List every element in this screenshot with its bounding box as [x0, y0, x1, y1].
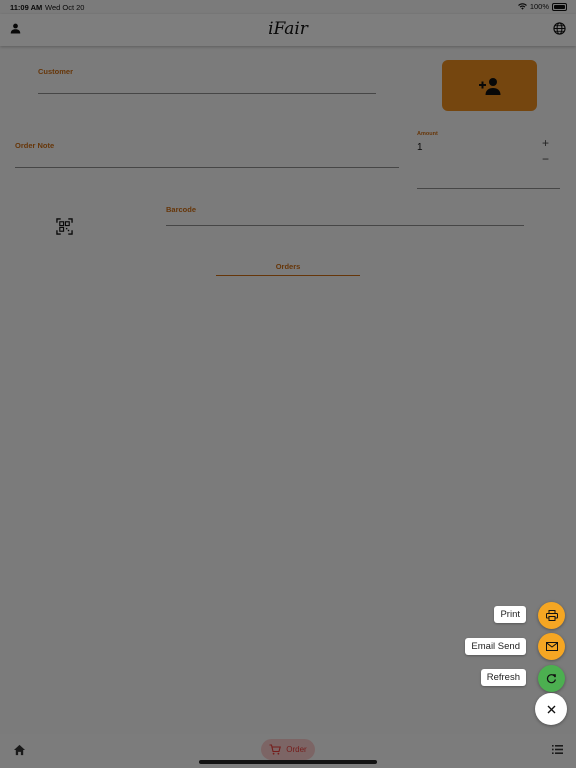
- mail-icon: [545, 642, 558, 651]
- close-speed-dial-button[interactable]: [535, 693, 567, 725]
- print-label[interactable]: Print: [494, 606, 526, 623]
- print-button[interactable]: [538, 602, 565, 629]
- refresh-button[interactable]: [538, 665, 565, 692]
- close-icon: [547, 705, 555, 713]
- refresh-icon: [546, 674, 556, 684]
- home-indicator: [199, 760, 377, 764]
- email-send-button[interactable]: [538, 633, 565, 660]
- email-send-label[interactable]: Email Send: [465, 638, 526, 655]
- printer-icon: [545, 610, 558, 621]
- refresh-label[interactable]: Refresh: [480, 669, 526, 686]
